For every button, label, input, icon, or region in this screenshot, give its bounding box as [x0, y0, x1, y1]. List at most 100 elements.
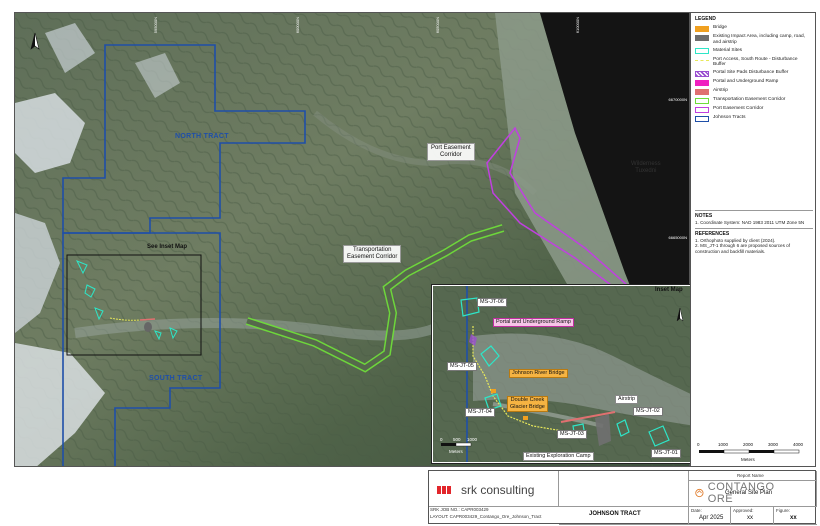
impact-area [144, 322, 152, 332]
legend-item: Johnson Tracts [695, 115, 811, 122]
job-info: SRK JOB NO.: CAPR003429 LAYOUT: CAPR0034… [430, 506, 541, 520]
figure-label: Figure: [776, 508, 791, 513]
airstrip-line [139, 318, 156, 321]
legend-item: Port Access, South Route - Disturbance B… [695, 57, 811, 68]
legend-label: Port Access, South Route - Disturbance B… [713, 56, 798, 68]
legend-scale-unit: Meters [741, 457, 755, 462]
south-tract-label: SOUTH TRACT [149, 375, 203, 382]
port-corridor-label: Port Easement Corridor [427, 143, 475, 161]
legend-scale-tick: 0 [697, 442, 700, 447]
legend-item: Transportation Easement Corridor [695, 97, 811, 104]
divider [695, 210, 813, 211]
johnson-bridge-label: Johnson River Bridge [509, 369, 568, 378]
srk-logo: srk consulting [437, 483, 534, 497]
divider [695, 227, 813, 229]
legend-swatch [695, 59, 709, 61]
see-inset-label: See Inset Map [147, 244, 188, 250]
date-cell: Date: Apr 2025 [689, 507, 731, 525]
legend-swatch [695, 115, 709, 122]
legend-swatch [695, 97, 709, 104]
inset-scale-tick: 0 [440, 437, 443, 442]
legend-label: Existing Impact Area, including camp, ro… [713, 34, 805, 45]
legend-item: Existing Impact Area, including camp, ro… [695, 34, 811, 45]
report-name: General Site Plan [725, 490, 773, 496]
coord-tick: 610000N [575, 17, 580, 34]
reference-line: 2. MS_JT-1 through 6 are proposed source… [695, 243, 790, 254]
legend-swatch [695, 70, 709, 77]
inset-map[interactable]: Inset Map Portal and Underground Ramp Jo… [431, 284, 695, 464]
report-name-cell: General Site Plan [689, 481, 817, 507]
ms-jt-06-label: MS-JT-06 [477, 298, 507, 307]
north-tract-label: NORTH TRACT [175, 133, 229, 140]
legend-item: Portal and Underground Ramp [695, 79, 811, 86]
project-name: JOHNSON TRACT [589, 511, 641, 517]
legend-item: Material Sites [695, 48, 811, 55]
legend-label: Port Easement Corridor [713, 106, 764, 112]
legend-swatch [695, 79, 709, 86]
inset-scale-bar [441, 442, 472, 447]
approved-cell: Approved: xx [731, 507, 774, 525]
contango-cell: CONTANGO ORE [559, 471, 774, 507]
legend-label: Material Sites [713, 47, 743, 53]
inset-bridge [491, 389, 496, 393]
references-title: REFERENCES [695, 230, 730, 237]
legend-scale-tick: 4000 [793, 442, 804, 447]
ms-jt-04-label: MS-JT-04 [465, 408, 495, 417]
legend-scale-tick: 2000 [743, 442, 754, 447]
legend-label: Portal Site Pads Disturbance Buffer [713, 70, 789, 76]
approved-label: Approved: [733, 508, 754, 513]
ms-jt-03-label: MS-JT-03 [557, 430, 587, 439]
legend-label: Johnson Tracts [713, 115, 746, 121]
notes-block: NOTES 1. Coordinate System: NAD 1983 201… [695, 208, 813, 254]
legend-item: Airstrip [695, 88, 811, 95]
airstrip-label: Airstrip [615, 395, 639, 404]
legend-panel: LEGEND Bridge Existing Impact Area, inclu… [690, 12, 816, 467]
inset-title: Inset Map [655, 287, 683, 293]
legend-item: Bridge [695, 25, 811, 32]
legend-swatch [695, 48, 709, 55]
portal-label: Portal and Underground Ramp [493, 318, 574, 327]
report-label-cell: Report Name [689, 471, 817, 481]
legend-swatch [695, 106, 709, 113]
notes-title: NOTES [695, 213, 713, 219]
coord-tick: 595000N [153, 17, 158, 34]
ms-jt-02-label: MS-JT-02 [633, 407, 663, 416]
legend-swatch [695, 25, 709, 32]
double-creek-label: Double Creek Glacier Bridge [507, 396, 548, 412]
date-value: Apr 2025 [699, 515, 724, 521]
project-cell: JOHNSON TRACT [559, 507, 689, 525]
legend-label: Airstrip [713, 88, 728, 94]
legend-label: Portal and Underground Ramp [713, 79, 779, 85]
note-line: 1. Coordinate System: NAD 1983 2011 UTM … [695, 220, 805, 225]
report-name-label: Report Name [737, 473, 764, 478]
legend-items: Bridge Existing Impact Area, including ca… [695, 25, 811, 122]
ms-jt-01-label: MS-JT-01 [651, 449, 681, 458]
srk-mark-icon [437, 486, 451, 494]
wilderness-label: Wilderness Tuxedni [631, 161, 661, 174]
inset-scale-unit: Meters [449, 449, 463, 454]
coord-tick: 605000N [435, 17, 440, 34]
srk-name: srk consulting [461, 483, 535, 497]
figure-value: xx [790, 515, 797, 521]
inset-scale-tick: 500 [453, 437, 461, 442]
legend-label: Transportation Easement Corridor [713, 97, 786, 103]
legend-swatch [695, 34, 709, 41]
legend-scale-tick: 1000 [718, 442, 729, 447]
approved-value: xx [747, 515, 753, 521]
figure-cell: Figure: xx [774, 507, 817, 525]
coord-tick: 6665000N [668, 235, 687, 240]
date-label: Date: [691, 508, 702, 513]
job-number: SRK JOB NO.: CAPR003429 [430, 507, 489, 512]
inset-bridge [523, 416, 528, 420]
legend-item: Portal Site Pads Disturbance Buffer [695, 70, 811, 77]
srk-cell: srk consulting [429, 471, 559, 507]
legend-scale-tick: 3000 [768, 442, 779, 447]
legend-title: LEGEND [695, 16, 716, 22]
legend-swatch [695, 88, 709, 95]
transport-corridor-label: Transportation Easement Corridor [343, 245, 402, 263]
legend-scale-bar [699, 449, 800, 454]
coord-tick: 600000N [295, 17, 300, 34]
legend-item: Port Easement Corridor [695, 106, 811, 113]
camp-label: Existing Exploration Camp [523, 452, 594, 461]
ms-jt-05-label: MS-JT-05 [447, 362, 477, 371]
